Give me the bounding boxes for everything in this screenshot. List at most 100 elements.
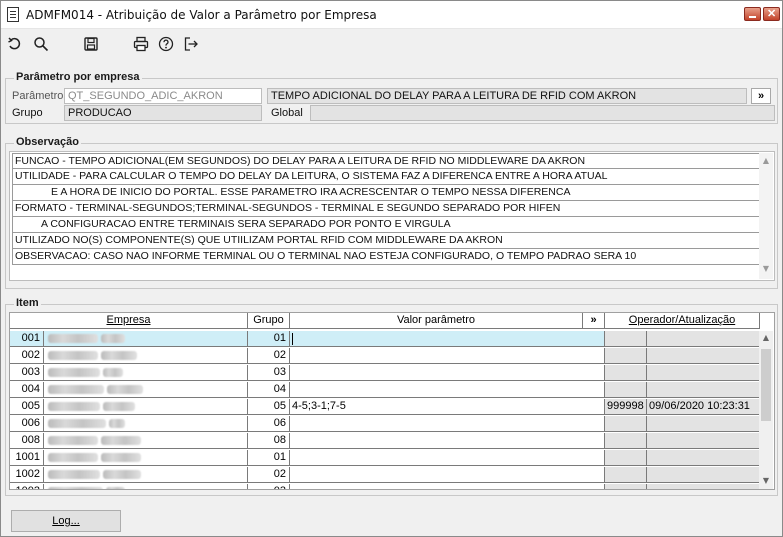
undo-icon[interactable]	[5, 34, 25, 54]
grupo-cell[interactable]: 08	[248, 433, 290, 449]
empresa-code-cell[interactable]: 1001	[10, 450, 44, 466]
table-row[interactable]: 003 03	[10, 365, 760, 381]
more-button[interactable]: »	[751, 88, 771, 104]
grupo-cell[interactable]: 04	[248, 382, 290, 398]
grupo-cell[interactable]: 01	[248, 450, 290, 466]
help-icon[interactable]	[156, 34, 176, 54]
operador-cell	[605, 450, 647, 466]
empresa-name-cell[interactable]	[44, 382, 248, 398]
empresa-code-cell[interactable]: 004	[10, 382, 44, 398]
empresa-code-cell[interactable]: 1003	[10, 484, 44, 489]
table-row[interactable]: 005 05 4-5;3-1;7-5 999998 09/06/2020 10:23:3…	[10, 399, 760, 415]
empresa-name-cell[interactable]	[44, 484, 248, 489]
operador-cell	[605, 433, 647, 449]
valor-cell[interactable]	[290, 365, 605, 381]
scroll-up-icon[interactable]: ▲	[762, 157, 770, 165]
grupo-cell[interactable]: 06	[248, 416, 290, 432]
print-icon[interactable]	[131, 34, 151, 54]
search-icon[interactable]	[31, 34, 51, 54]
title-bar: ADMFM014 - Atribuição de Valor a Parâmet…	[1, 1, 782, 29]
grupo-cell[interactable]: 01	[248, 331, 290, 347]
valor-cell[interactable]	[290, 467, 605, 483]
grupo-label: Grupo	[12, 107, 43, 119]
table-row[interactable]: 002 02	[10, 348, 760, 364]
column-header-empresa[interactable]: Empresa	[10, 313, 248, 329]
empresa-code-cell[interactable]: 008	[10, 433, 44, 449]
save-icon[interactable]	[81, 34, 101, 54]
atualizacao-cell	[647, 331, 760, 347]
scroll-down-icon[interactable]: ▼	[762, 265, 770, 273]
valor-cell[interactable]	[290, 331, 605, 347]
empresa-code-cell[interactable]: 006	[10, 416, 44, 432]
grid-scroll-thumb[interactable]	[761, 349, 771, 421]
empresa-name-cell[interactable]	[44, 416, 248, 432]
empresa-name-cell[interactable]	[44, 433, 248, 449]
valor-cell[interactable]	[290, 348, 605, 364]
empresa-name-cell[interactable]	[44, 331, 248, 347]
toolbar	[1, 30, 782, 58]
grupo-cell[interactable]: 02	[248, 467, 290, 483]
valor-cell[interactable]	[290, 450, 605, 466]
parametro-description-field: TEMPO ADICIONAL DO DELAY PARA A LEITURA …	[267, 88, 747, 104]
observacao-textarea[interactable]: FUNCAO - TEMPO ADICIONAL(EM SEGUNDOS) DO…	[9, 151, 775, 281]
column-header-operador[interactable]: Operador/Atualização	[605, 313, 760, 329]
atualizacao-cell	[647, 365, 760, 381]
close-button[interactable]	[763, 7, 780, 21]
observacao-line: FUNCAO - TEMPO ADICIONAL(EM SEGUNDOS) DO…	[12, 153, 760, 169]
empresa-name-cell[interactable]	[44, 399, 248, 415]
empresa-code-cell[interactable]: 002	[10, 348, 44, 364]
grupo-cell[interactable]: 03	[248, 365, 290, 381]
atualizacao-cell	[647, 382, 760, 398]
valor-cell[interactable]	[290, 433, 605, 449]
atualizacao-cell	[647, 450, 760, 466]
grupo-cell[interactable]: 05	[248, 399, 290, 415]
log-button-label: Log...	[52, 515, 80, 527]
observacao-line: UTILIZADO NO(S) COMPONENTE(S) QUE UTIILI…	[12, 233, 760, 249]
empresa-code-cell[interactable]: 1002	[10, 467, 44, 483]
item-legend: Item	[14, 297, 41, 309]
operador-cell	[605, 467, 647, 483]
empresa-code-cell[interactable]: 005	[10, 399, 44, 415]
valor-cell[interactable]	[290, 484, 605, 489]
empresa-name-cell[interactable]	[44, 348, 248, 364]
table-row[interactable]: 1003 03	[10, 484, 760, 489]
observacao-line: E A HORA DE INICIO DO PORTAL. ESSE PARAM…	[12, 185, 760, 201]
table-row[interactable]: 1001 01	[10, 450, 760, 466]
column-header-grupo[interactable]: Grupo	[248, 313, 290, 329]
grupo-cell[interactable]: 02	[248, 348, 290, 364]
document-icon	[7, 7, 19, 22]
empresa-name-cell[interactable]	[44, 450, 248, 466]
column-header-valor[interactable]: Valor parâmetro	[290, 313, 583, 329]
table-row[interactable]: 001 01	[10, 331, 760, 347]
parametro-field[interactable]: QT_SEGUNDO_ADIC_AKRON	[64, 88, 262, 104]
table-row[interactable]: 006 06	[10, 416, 760, 432]
exit-icon[interactable]	[181, 34, 201, 54]
atualizacao-cell	[647, 484, 760, 489]
atualizacao-cell	[647, 348, 760, 364]
atualizacao-cell	[647, 433, 760, 449]
scroll-down-icon[interactable]: ▼	[762, 477, 770, 485]
empresa-code-cell[interactable]: 001	[10, 331, 44, 347]
scroll-up-icon[interactable]: ▲	[762, 334, 770, 342]
valor-cell[interactable]: 4-5;3-1;7-5	[290, 399, 605, 415]
application-window: ADMFM014 - Atribuição de Valor a Parâmet…	[0, 0, 783, 537]
global-label: Global	[271, 107, 303, 119]
observacao-line: FORMATO - TERMINAL-SEGUNDOS;TERMINAL-SEG…	[12, 201, 760, 217]
observacao-scrollbar[interactable]: ▲ ▼	[759, 153, 773, 279]
grid-scrollbar[interactable]: ▲ ▼	[759, 331, 773, 489]
operador-cell	[605, 382, 647, 398]
table-row[interactable]: 004 04	[10, 382, 760, 398]
empresa-name-cell[interactable]	[44, 365, 248, 381]
log-button[interactable]: Log...	[11, 510, 121, 532]
empresa-code-cell[interactable]: 003	[10, 365, 44, 381]
operador-cell	[605, 348, 647, 364]
valor-cell[interactable]	[290, 382, 605, 398]
valor-cell[interactable]	[290, 416, 605, 432]
valor-more-button[interactable]: »	[583, 313, 605, 329]
empresa-name-cell[interactable]	[44, 467, 248, 483]
parametro-label: Parâmetro	[12, 90, 64, 102]
table-row[interactable]: 008 08	[10, 433, 760, 449]
minimize-button[interactable]	[744, 7, 761, 21]
table-row[interactable]: 1002 02	[10, 467, 760, 483]
grupo-cell[interactable]: 03	[248, 484, 290, 489]
